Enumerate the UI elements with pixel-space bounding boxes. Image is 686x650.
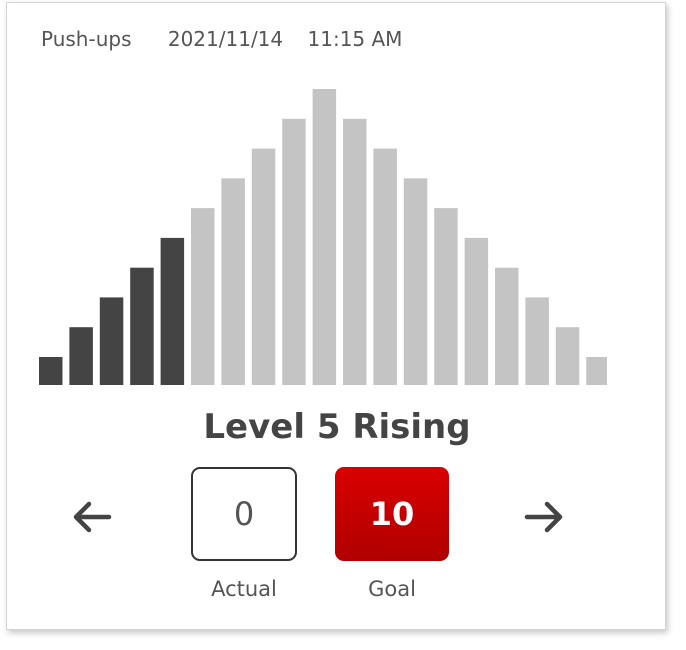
workout-time: 11:15 AM [307,27,403,51]
actual-label: Actual [211,577,277,601]
set-bar-15 [464,237,489,385]
reps-bar-chart [39,89,607,385]
arrow-left-icon [73,501,112,533]
set-bar-6 [191,208,215,385]
previous-button[interactable] [67,495,115,539]
set-bar-18 [555,327,580,385]
goal-label: Goal [368,577,416,601]
set-bar-11 [343,118,367,385]
set-bar-13 [403,178,428,385]
set-bar-16 [495,267,519,385]
set-bar-2 [69,327,93,385]
set-bar-17 [525,297,549,385]
set-bar-5 [160,237,185,385]
workout-date: 2021/11/14 [167,27,284,51]
set-bar-4 [130,267,154,385]
set-bar-9 [282,118,306,385]
arrow-right-icon [524,501,563,533]
set-bar-3 [99,297,124,385]
set-bar-19 [586,357,607,385]
level-title: Level 5 Rising [203,407,471,447]
actual-reps-input[interactable]: 0 [191,467,297,561]
workout-header: Push-ups 2021/11/14 11:15 AM [41,27,402,51]
set-bar-1 [39,357,63,385]
exercise-name: Push-ups [41,27,132,51]
set-bar-10 [312,89,337,385]
set-bar-12 [373,148,397,385]
set-bar-8 [251,148,276,385]
set-bar-7 [221,178,245,385]
workout-card: Push-ups 2021/11/14 11:15 AM Level 5 Ris… [6,2,666,630]
next-button[interactable] [521,495,569,539]
goal-reps-display: 10 [335,467,449,561]
set-bar-14 [434,208,458,385]
